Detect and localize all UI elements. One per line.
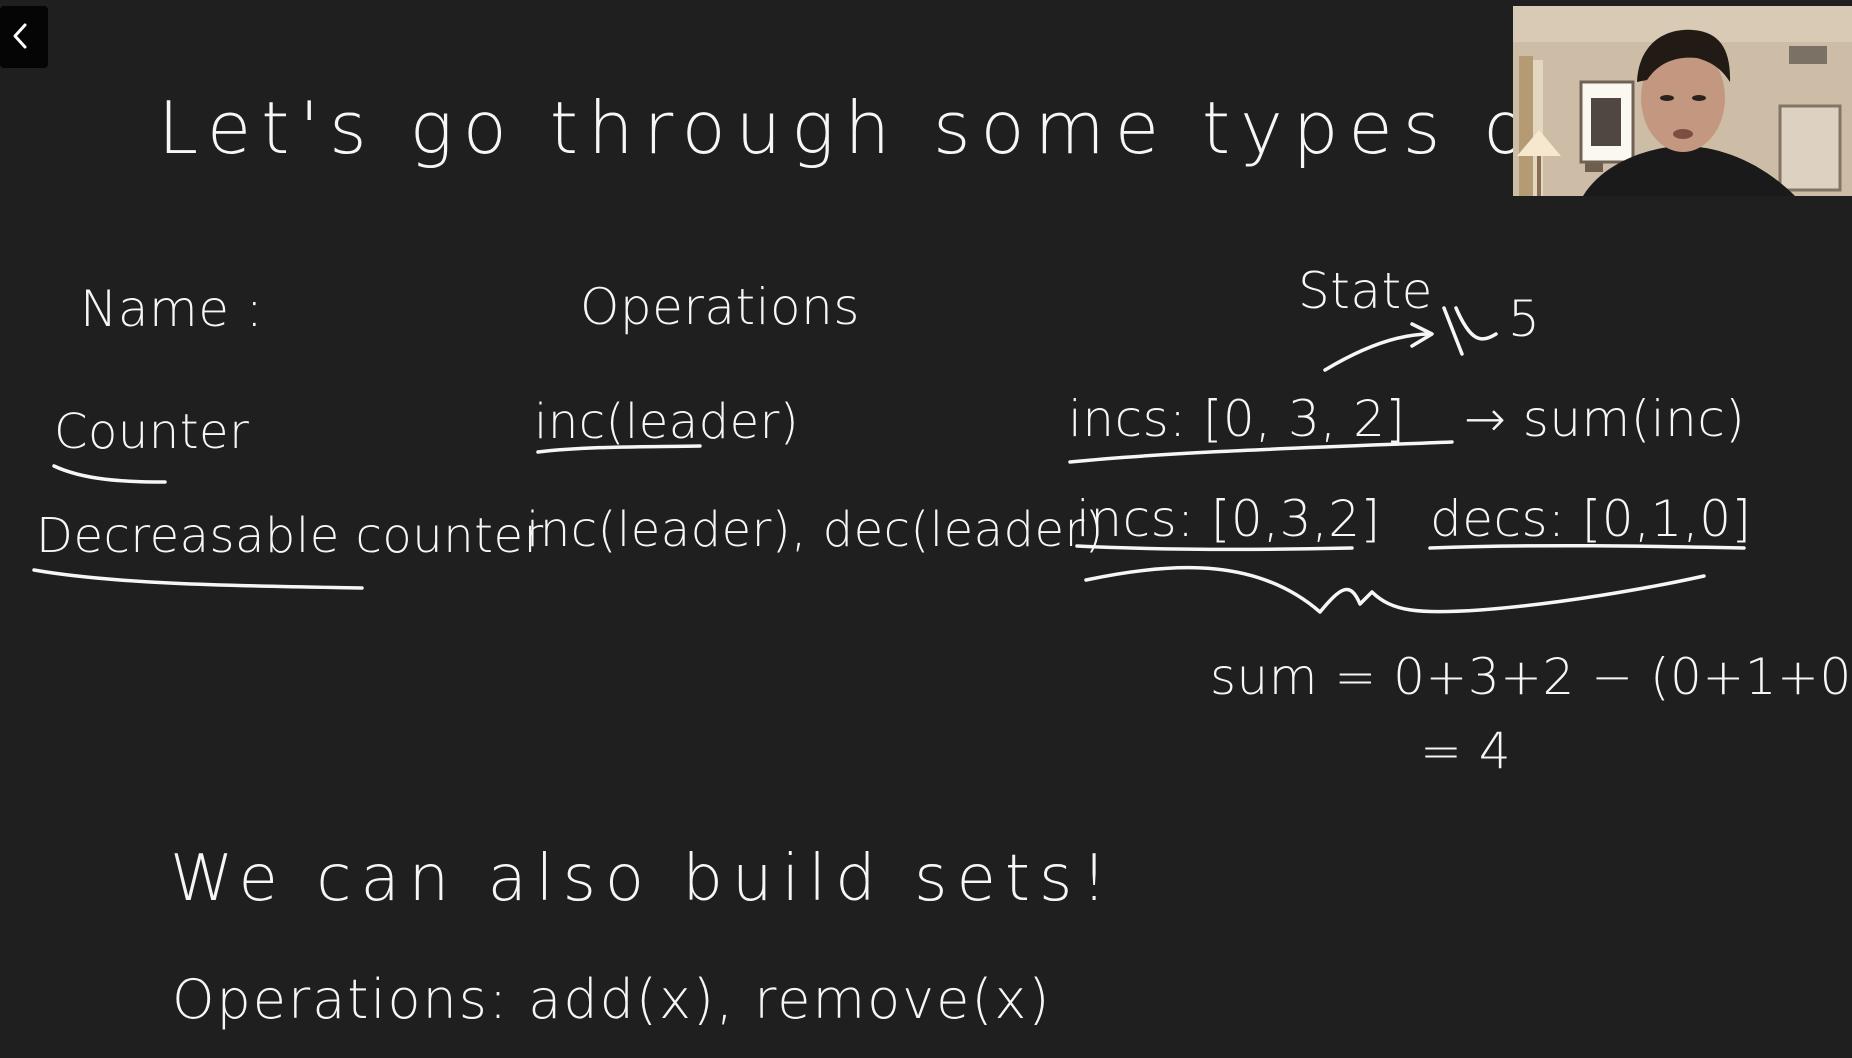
decs-underline — [1428, 543, 1746, 550]
counter-operations-underline — [536, 444, 702, 454]
state-correction-arrow — [1323, 332, 1432, 372]
incs-underline — [1075, 544, 1354, 552]
struck-word-mark — [1442, 306, 1498, 356]
webcam-video — [1513, 6, 1852, 196]
brace-under-state — [1084, 565, 1706, 614]
decreasable-counter-underline — [32, 568, 364, 590]
counter-state-underline — [1068, 440, 1454, 464]
lecture-slide: Let's go through some types of CRDTs! Na… — [0, 0, 1852, 1058]
counter-name-underline — [52, 464, 167, 484]
